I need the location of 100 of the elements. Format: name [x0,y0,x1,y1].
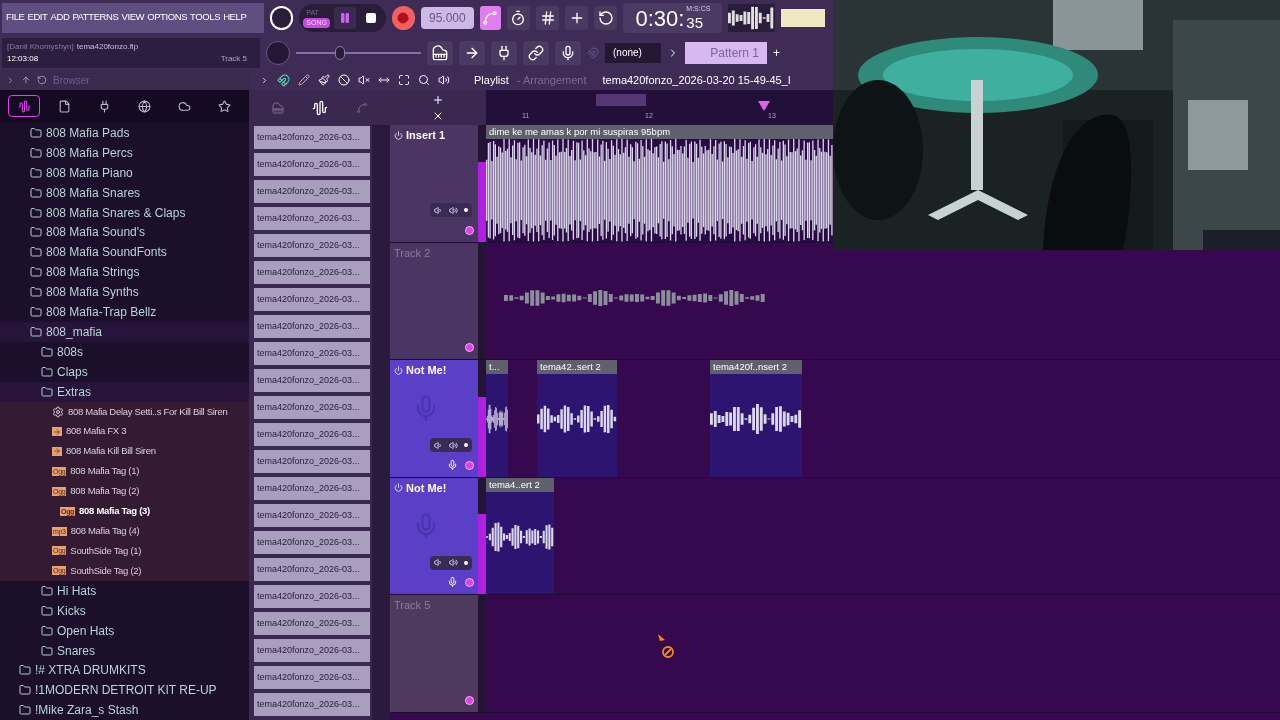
audio-clip[interactable]: t... [486,360,508,477]
browser-item[interactable]: Hi Hats [0,580,249,601]
speaker-icon[interactable] [434,440,443,450]
waveform-icon[interactable] [312,99,328,116]
browser-item[interactable]: 808 Mafia Synths [0,282,249,303]
browser-item[interactable]: 808 Mafia SoundFonts [0,242,249,263]
tempo-field[interactable]: 95.000 [421,6,474,29]
audio-clip[interactable]: tema420f..nsert 2 [710,360,802,477]
microphone-icon[interactable] [447,458,458,471]
browser-item[interactable]: Snares [0,640,249,661]
pattern-picker-item[interactable]: tema420fonzo_2026-03... [254,612,370,635]
track-header[interactable]: Not Me! [390,360,478,477]
browser-item[interactable]: 808 Mafia Snares & Claps [0,202,249,223]
speaker-icon[interactable] [434,558,443,567]
audio-clip[interactable]: dime ke me amas k por mi suspiras 95bpm [486,125,833,242]
plugin-button[interactable] [491,40,517,65]
power-icon[interactable] [394,483,403,493]
playhead-marker-icon[interactable] [758,101,770,111]
menu-item[interactable]: TOOLS [190,10,221,25]
add-icon[interactable] [432,93,444,106]
pattern-picker-item[interactable]: tema420fonzo_2026-03... [254,288,370,311]
speaker-icon[interactable] [434,205,443,215]
pattern-picker-item[interactable]: tema420fonzo_2026-03... [254,585,370,608]
volume-slider[interactable] [296,45,421,60]
pattern-picker-item[interactable]: tema420fonzo_2026-03... [254,207,370,230]
audio-clip[interactable]: tema4..ert 2 [486,477,554,594]
track-header[interactable]: Not Me! [390,477,478,594]
blend-button[interactable] [565,5,589,30]
browser-item[interactable]: Claps [0,361,249,382]
back-icon[interactable] [37,75,47,85]
loop-button[interactable] [594,5,618,30]
browser-item[interactable]: !# XTRA DRUMKITS [0,660,249,681]
metronome-button[interactable] [479,5,501,30]
browser-item[interactable]: 808 Mafia Piano [0,162,249,183]
menu-item[interactable]: FILE [6,10,25,25]
pattern-picker-item[interactable]: tema420fonzo_2026-03... [254,477,370,500]
up-arrow-icon[interactable] [21,75,31,85]
speaker-icon[interactable] [449,440,458,450]
audio-clip[interactable]: tema42..sert 2 [537,360,617,477]
scrollbar[interactable] [372,125,390,720]
browser-item[interactable]: 808 Mafia Snares [0,182,249,203]
browser-item[interactable]: 808_mafia [0,322,249,342]
wait-button[interactable] [506,5,531,30]
link-button[interactable] [523,40,549,65]
menu-item[interactable]: OPTIONS [147,10,188,25]
pencil-icon[interactable] [298,74,310,86]
power-icon[interactable] [394,130,403,140]
browser-item[interactable]: !Mike Zara_s Stash [0,700,249,720]
brush-icon[interactable] [318,74,330,86]
countdown-button[interactable] [536,5,560,30]
browser-item[interactable]: 808 Mafia Percs [0,142,249,163]
pattern-picker-item[interactable]: tema420fonzo_2026-03... [254,126,370,149]
pattern-picker-item[interactable]: tema420fonzo_2026-03... [254,666,370,689]
pattern-picker-item[interactable]: tema420fonzo_2026-03... [254,180,370,203]
pattern-picker-item[interactable]: tema420fonzo_2026-03... [254,531,370,554]
pattern-picker-item[interactable]: tema420fonzo_2026-03... [254,153,370,176]
speaker-icon[interactable] [449,558,458,567]
pattern-picker-item[interactable]: tema420fonzo_2026-03... [254,369,370,392]
speaker-icon[interactable] [449,205,458,215]
add-pattern-button[interactable]: + [773,43,780,62]
browser-item[interactable]: !1MODERN DETROIT KIT RE-UP [0,680,249,701]
browser-item[interactable]: 808 Mafia Pads [0,123,249,143]
magnet-icon[interactable] [277,73,290,87]
browser-item[interactable]: Open Hats [0,620,249,641]
pattern-picker-item[interactable]: tema420fonzo_2026-03... [254,234,370,257]
pattern-picker-item[interactable]: tema420fonzo_2026-03... [254,450,370,473]
menu-item[interactable]: ADD [50,10,70,25]
snap-dropdown[interactable]: (none) [605,42,661,63]
automation-icon[interactable] [356,101,368,114]
browser-item[interactable]: 808 Mafia FX 3 [0,421,249,442]
pattern-picker-item[interactable]: tema420fonzo_2026-03... [254,315,370,338]
browser-item[interactable]: 808 Mafia Delay Setti..s For Kill Bill Siren [0,401,249,422]
record-button[interactable] [391,5,415,30]
browser-item[interactable]: 808 Mafia-Trap Bellz [0,302,249,323]
track-header[interactable]: Insert 1 [390,125,478,242]
pattern-picker-item[interactable]: tema420fonzo_2026-03... [254,639,370,662]
power-icon[interactable] [394,365,403,375]
browser-item[interactable]: 808 Mafia Strings [0,262,249,283]
piano-roll-button[interactable] [427,40,453,65]
speaker-icon[interactable] [438,74,450,86]
menu-item[interactable]: EDIT [27,10,48,25]
pattern-picker-item[interactable]: tema420fonzo_2026-03... [254,558,370,581]
mixer-button[interactable] [555,40,581,65]
pattern-picker-item[interactable]: tema420fonzo_2026-03... [254,504,370,527]
menu-item[interactable]: HELP [223,10,247,25]
menu-item[interactable]: PATTERNS [72,10,119,25]
pattern-picker-item[interactable]: tema420fonzo_2026-03... [254,396,370,419]
arrow-button[interactable] [459,40,485,65]
browser-item[interactable]: 808s [0,341,249,362]
pattern-picker-item[interactable]: tema420fonzo_2026-03... [254,342,370,365]
pattern-picker-item[interactable]: tema420fonzo_2026-03... [254,423,370,446]
search-icon[interactable] [418,74,430,86]
delete-icon[interactable] [338,74,350,86]
browser-tab[interactable] [8,95,40,117]
browser-item[interactable]: 808 Mafia Sound's [0,222,249,243]
pause-button[interactable] [333,6,356,29]
browser-item[interactable]: Kicks [0,600,249,621]
microphone-icon[interactable] [447,576,458,588]
browser-item[interactable]: Extras [0,381,249,402]
pattern-picker-item[interactable]: tema420fonzo_2026-03... [254,693,370,716]
